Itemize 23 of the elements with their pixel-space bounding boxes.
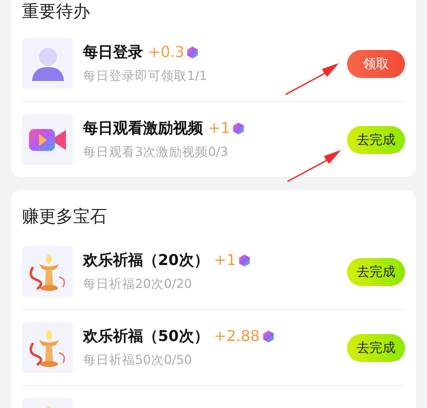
go-button[interactable]: 去完成 — [347, 334, 405, 362]
section-title: 重要待办 — [22, 1, 91, 24]
go-button[interactable]: 去完成 — [347, 126, 405, 154]
reward-amount: +1 — [214, 251, 236, 269]
gem-icon — [262, 330, 275, 342]
reward-amount: +0.3 — [148, 43, 184, 61]
lamp-icon — [22, 322, 73, 373]
annotation-arrow — [284, 61, 340, 95]
gem-icon — [186, 46, 200, 58]
video-camera-icon — [22, 114, 73, 165]
person-icon — [22, 38, 73, 89]
gem-icon — [238, 254, 251, 266]
task-title: 欢乐祈福（20次） — [83, 250, 209, 270]
reward-amount: +2.88 — [214, 327, 260, 345]
lamp-icon — [22, 246, 73, 297]
task-title: 每日观看激励视频 — [83, 118, 203, 138]
gem-icon — [232, 122, 246, 134]
task-title: 欢乐祈福（50次） — [83, 326, 209, 346]
task-title: 每日登录 — [83, 42, 143, 62]
reward-amount: +1 — [208, 119, 230, 137]
section-title: 赚更多宝石 — [22, 206, 108, 229]
go-button[interactable]: 去完成 — [347, 258, 405, 286]
annotation-arrow — [286, 148, 342, 182]
